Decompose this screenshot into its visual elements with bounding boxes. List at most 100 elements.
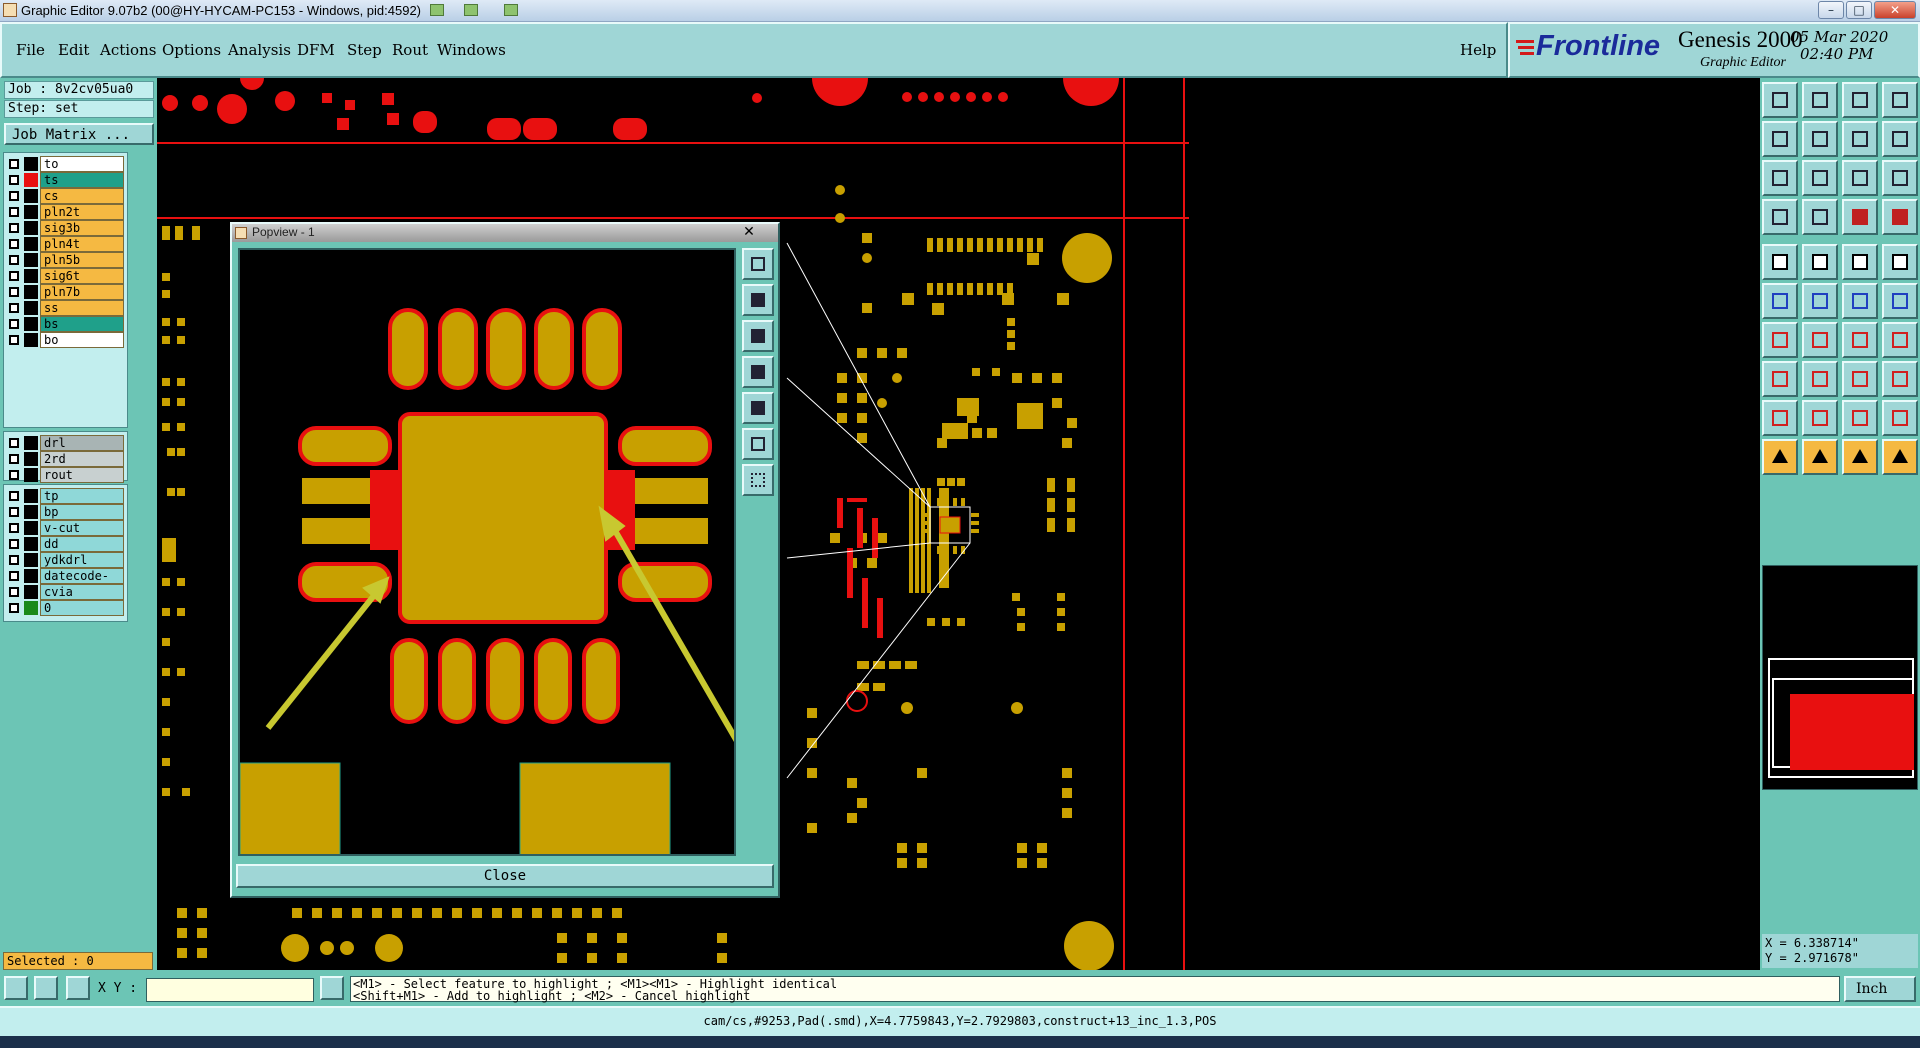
zoom-center-icon[interactable]: [1802, 160, 1838, 196]
layer-checkbox[interactable]: [9, 555, 19, 565]
layer-name[interactable]: 0: [40, 600, 124, 616]
job-matrix-button[interactable]: Job Matrix ...: [4, 123, 154, 145]
draw-arc-icon[interactable]: [1842, 322, 1878, 358]
node-connect-icon[interactable]: [1762, 283, 1798, 319]
rotate-icon[interactable]: [1762, 199, 1798, 235]
zoom-fit-icon[interactable]: [1762, 160, 1798, 196]
route-tool-icon[interactable]: [1842, 199, 1878, 235]
layer-row-pln4t[interactable]: pln4t: [8, 236, 124, 252]
layer-row-rout[interactable]: rout: [8, 467, 124, 483]
overview-map[interactable]: [1762, 565, 1918, 790]
layer-name[interactable]: datecode-ts: [40, 568, 124, 598]
layer-name[interactable]: dd: [40, 536, 124, 552]
popview-zoom-out-button[interactable]: [742, 464, 774, 496]
menu-file[interactable]: File: [16, 41, 45, 59]
close-window-button[interactable]: ✕: [1874, 1, 1916, 19]
layer-row-tp[interactable]: tp: [8, 488, 124, 504]
menu-edit[interactable]: Edit: [58, 41, 89, 59]
zoom-level-icon[interactable]: [1882, 121, 1918, 157]
snap-pad-icon[interactable]: [1762, 361, 1798, 397]
popview-pan-right-button[interactable]: [742, 392, 774, 424]
home-icon[interactable]: [1842, 82, 1878, 118]
layer-name[interactable]: v-cut: [40, 520, 124, 536]
layer-name[interactable]: ts: [40, 172, 124, 188]
add-line-icon[interactable]: [1802, 244, 1838, 280]
layer-row-0[interactable]: 0: [8, 600, 124, 616]
popview-close-button[interactable]: Close: [236, 864, 774, 888]
popview-pan-down-button[interactable]: [742, 320, 774, 352]
minimize-button[interactable]: –: [1818, 1, 1844, 19]
layer-name[interactable]: bo: [40, 332, 124, 348]
layer-checkbox[interactable]: [9, 191, 19, 201]
popview-pan-up-button[interactable]: [742, 284, 774, 316]
layer-row-dd[interactable]: dd: [8, 536, 124, 552]
layer-checkbox[interactable]: [9, 454, 19, 464]
layer-checkbox[interactable]: [9, 335, 19, 345]
layer-checkbox[interactable]: [9, 175, 19, 185]
layer-name[interactable]: to: [40, 156, 124, 172]
draw-diagonal-icon[interactable]: [1802, 322, 1838, 358]
popview-zoom-canvas[interactable]: [238, 248, 736, 856]
layer-checkbox[interactable]: [9, 255, 19, 265]
line-segment-icon[interactable]: [1802, 361, 1838, 397]
layer-name[interactable]: pln4t: [40, 236, 124, 252]
layer-row-2rd[interactable]: 2rd: [8, 451, 124, 467]
layer-checkbox[interactable]: [9, 523, 19, 533]
add-surface-icon[interactable]: [1882, 244, 1918, 280]
layer-row-sig3b[interactable]: sig3b: [8, 220, 124, 236]
copy-node-icon[interactable]: [1882, 283, 1918, 319]
layer-row-pln2t[interactable]: pln2t: [8, 204, 124, 220]
layer-name[interactable]: cs: [40, 188, 124, 204]
menu-options[interactable]: Options: [162, 41, 221, 59]
save-step-icon[interactable]: [1802, 82, 1838, 118]
layer-name[interactable]: sig6t: [40, 268, 124, 284]
layer-row-v-cut[interactable]: v-cut: [8, 520, 124, 536]
layer-name[interactable]: bs: [40, 316, 124, 332]
multi-pointer-icon[interactable]: [1882, 439, 1918, 475]
menu-step[interactable]: Step: [347, 41, 382, 59]
layer-name[interactable]: cvia: [40, 584, 124, 600]
popview-pan-left-button[interactable]: [742, 356, 774, 388]
measure-icon[interactable]: [1802, 199, 1838, 235]
xy-input[interactable]: [146, 978, 314, 1002]
trapezoid-edit-icon[interactable]: [1842, 400, 1878, 436]
layer-name[interactable]: drl: [40, 435, 124, 451]
layer-name[interactable]: pln5b: [40, 252, 124, 268]
layer-row-ydkdrl[interactable]: ydkdrl: [8, 552, 124, 568]
window-layout-icon[interactable]: [1882, 82, 1918, 118]
layer-checkbox[interactable]: [9, 571, 19, 581]
layer-checkbox[interactable]: [9, 319, 19, 329]
layer-row-bp[interactable]: bp: [8, 504, 124, 520]
menu-rout[interactable]: Rout: [392, 41, 428, 59]
layer-row-cs[interactable]: cs: [8, 188, 124, 204]
layer-row-pln7b[interactable]: pln7b: [8, 284, 124, 300]
draw-trace-icon[interactable]: [1882, 322, 1918, 358]
cluster-icon[interactable]: [1882, 361, 1918, 397]
delete-node-icon[interactable]: [1802, 283, 1838, 319]
help-query-icon[interactable]: [1882, 160, 1918, 196]
layer-checkbox[interactable]: [9, 491, 19, 501]
layer-row-cvia[interactable]: cvia: [8, 584, 124, 600]
layer-checkbox[interactable]: [9, 539, 19, 549]
layer-row-pln5b[interactable]: pln5b: [8, 252, 124, 268]
menu-windows[interactable]: Windows: [437, 41, 506, 59]
layer-checkbox[interactable]: [9, 239, 19, 249]
measure-mode-icon[interactable]: [34, 976, 58, 1000]
peak-edit-icon[interactable]: [1882, 400, 1918, 436]
popview-zoom-in-button[interactable]: [742, 428, 774, 460]
menu-help[interactable]: Help: [1460, 41, 1496, 59]
menu-analysis[interactable]: Analysis: [228, 41, 291, 59]
units-selector[interactable]: Inch: [1844, 976, 1916, 1002]
draw-line-icon[interactable]: [1762, 322, 1798, 358]
layer-name[interactable]: ydkdrl: [40, 552, 124, 568]
pan-left-icon[interactable]: [1762, 121, 1798, 157]
add-text-icon[interactable]: [1842, 244, 1878, 280]
layer-checkbox[interactable]: [9, 287, 19, 297]
move-node-icon[interactable]: [1842, 283, 1878, 319]
layer-checkbox[interactable]: [9, 271, 19, 281]
layer-checkbox[interactable]: [9, 438, 19, 448]
pan-right-icon[interactable]: [1802, 121, 1838, 157]
layer-checkbox[interactable]: [9, 587, 19, 597]
text-cursor-icon[interactable]: [320, 976, 344, 1000]
layer-name[interactable]: bp: [40, 504, 124, 520]
